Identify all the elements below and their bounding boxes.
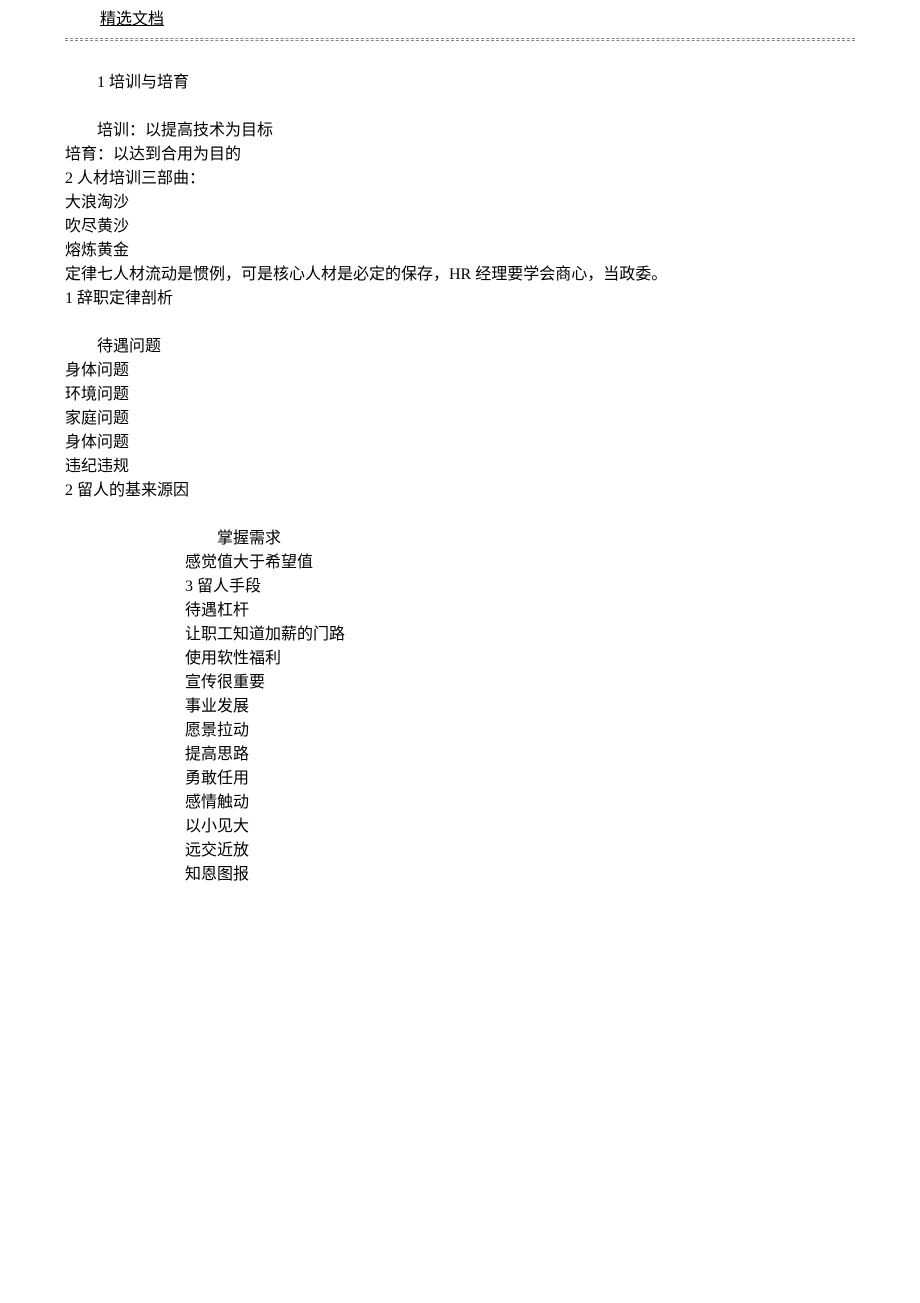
section-heading: 待遇问题 bbox=[65, 335, 855, 359]
text-line: 2 留人的基来源因 bbox=[65, 479, 855, 503]
text-line: 事业发展 bbox=[185, 695, 855, 719]
document-header: 精选文档 bbox=[0, 0, 920, 36]
divider-line bbox=[65, 38, 855, 39]
text-line: 家庭问题 bbox=[65, 407, 855, 431]
text-line: 知恩图报 bbox=[185, 863, 855, 887]
text-line: 环境问题 bbox=[65, 383, 855, 407]
spacer bbox=[65, 95, 855, 119]
text-line: 感觉值大于希望值 bbox=[185, 551, 855, 575]
section-heading: 1 培训与培育 bbox=[65, 71, 855, 95]
text-line: 宣传很重要 bbox=[185, 671, 855, 695]
text-line: 定律七人材流动是惯例，可是核心人材是必定的保存，HR 经理要学会商心，当政委。 bbox=[65, 263, 855, 287]
section-heading: 掌握需求 bbox=[185, 527, 855, 551]
text-line: 熔炼黄金 bbox=[65, 239, 855, 263]
spacer bbox=[65, 503, 855, 527]
spacer bbox=[65, 311, 855, 335]
text-line: 身体问题 bbox=[65, 431, 855, 455]
text-line: 以小见大 bbox=[185, 815, 855, 839]
text-line: 提高思路 bbox=[185, 743, 855, 767]
text-line: 勇敢任用 bbox=[185, 767, 855, 791]
text-line: 大浪淘沙 bbox=[65, 191, 855, 215]
text-line: 1 辞职定律剖析 bbox=[65, 287, 855, 311]
text-line: 2 人材培训三部曲： bbox=[65, 167, 855, 191]
text-line: 身体问题 bbox=[65, 359, 855, 383]
text-line: 使用软性福利 bbox=[185, 647, 855, 671]
document-content: 1 培训与培育 培训：以提高技术为目标 培育：以达到合用为目的 2 人材培训三部… bbox=[0, 41, 920, 887]
text-line: 吹尽黄沙 bbox=[65, 215, 855, 239]
text-line: 培训：以提高技术为目标 bbox=[65, 119, 855, 143]
text-line: 3 留人手段 bbox=[185, 575, 855, 599]
header-title: 精选文档 bbox=[100, 11, 164, 28]
text-line: 待遇杠杆 bbox=[185, 599, 855, 623]
text-line: 违纪违规 bbox=[65, 455, 855, 479]
text-line: 培育：以达到合用为目的 bbox=[65, 143, 855, 167]
text-line: 远交近放 bbox=[185, 839, 855, 863]
text-line: 让职工知道加薪的门路 bbox=[185, 623, 855, 647]
document-page: 精选文档 1 培训与培育 培训：以提高技术为目标 培育：以达到合用为目的 2 人… bbox=[0, 0, 920, 887]
indented-block: 掌握需求 感觉值大于希望值 3 留人手段 待遇杠杆 让职工知道加薪的门路 使用软… bbox=[65, 527, 855, 887]
text-line: 愿景拉动 bbox=[185, 719, 855, 743]
text-line: 感情触动 bbox=[185, 791, 855, 815]
